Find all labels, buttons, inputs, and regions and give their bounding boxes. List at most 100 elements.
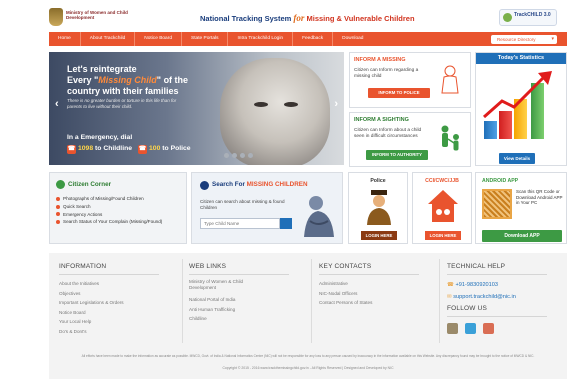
- tech-phone[interactable]: ☎ +91-9830920103: [447, 279, 547, 291]
- site-header: Ministry of Women and Child Development …: [0, 0, 580, 32]
- footer-link[interactable]: About the Initiatives: [59, 279, 159, 289]
- hero-paragraph: There is no greater burden or torture in…: [67, 98, 177, 109]
- bullet-icon: [56, 212, 60, 217]
- social-icons: [447, 321, 547, 339]
- stats-bar-blue: [484, 121, 497, 139]
- footer-link[interactable]: Notice Board: [59, 308, 159, 318]
- search-title-em: MISSING CHILDREN: [246, 181, 308, 188]
- child-name-input[interactable]: [200, 218, 280, 229]
- nav-home[interactable]: Home: [49, 32, 81, 46]
- footer-link[interactable]: Anti Human Trafficking: [189, 305, 289, 315]
- nav-notice-board[interactable]: Notice Board: [135, 32, 182, 46]
- footer-disclaimer: All efforts have been made to make the i…: [81, 354, 535, 358]
- trackchild-logo[interactable]: TrackCHILD 3.0: [499, 9, 557, 26]
- ministry-name: Ministry of Women and Child Development: [66, 10, 128, 20]
- police-login-button[interactable]: LOGIN HERE: [361, 231, 397, 240]
- footer-link[interactable]: National Portal of India: [189, 295, 289, 305]
- hero-line-2-post: " of the: [156, 75, 189, 85]
- tech-email[interactable]: ✉ support.trackchild@nic.in: [447, 291, 547, 303]
- site-footer: INFORMATION About the Initiatives Object…: [49, 253, 567, 379]
- police-number: ☎ 100 to Police: [138, 145, 191, 154]
- citizen-corner-list: Photographs of Missing/Found Children Qu…: [56, 195, 184, 226]
- download-app-button[interactable]: Download APP: [482, 230, 562, 242]
- inform-police-button[interactable]: INFORM TO POLICE: [368, 88, 430, 98]
- nav-about[interactable]: About Trackchild: [81, 32, 136, 46]
- view-details-button[interactable]: View Details: [499, 153, 535, 164]
- nav-feedback[interactable]: Feedback: [293, 32, 334, 46]
- carousel-dot[interactable]: [248, 153, 253, 158]
- footer-tech-title: TECHNICAL HELP: [447, 263, 547, 275]
- emergency-label: In a Emergency, dial: [67, 134, 133, 141]
- list-item[interactable]: Search Status of Your Complain (Missing/…: [56, 218, 184, 226]
- statistics-title: Today's Statistics: [476, 53, 566, 64]
- nav-intra-login[interactable]: Intra Trackchild Login: [228, 32, 294, 46]
- carousel-next-icon[interactable]: ›: [334, 98, 338, 110]
- childline-num: 1098: [78, 145, 94, 152]
- footer-technical-help: TECHNICAL HELP ☎ +91-9830920103 ✉ suppor…: [447, 263, 547, 339]
- email-icon: ✉: [447, 294, 452, 300]
- footer-link[interactable]: Ministry of Women & Child Development: [189, 279, 269, 291]
- carousel-dot[interactable]: [240, 153, 245, 158]
- todays-statistics-card: Today's Statistics View Details: [475, 52, 567, 166]
- child-sketch-icon: [441, 65, 459, 94]
- google-plus-icon[interactable]: [483, 323, 494, 334]
- police-num: 100: [149, 145, 161, 152]
- footer-web-links: WEB LINKS Ministry of Women & Child Deve…: [189, 263, 289, 324]
- citizen-link-quick-search: Quick Search: [63, 203, 91, 209]
- search-title-pre: Search For: [212, 181, 245, 188]
- national-emblem-icon: [49, 8, 63, 26]
- footer-link[interactable]: Administrative: [319, 279, 419, 289]
- growth-arrow-icon: [483, 71, 552, 119]
- cci-cwc-jjb-card: CCI/CWC/JJB LOGIN HERE: [412, 172, 472, 244]
- footer-link[interactable]: Objectives: [59, 289, 159, 299]
- footer-link[interactable]: Your Local Help: [59, 317, 159, 327]
- footer-divider: [439, 259, 440, 343]
- tech-phone-number: +91-9830920103: [455, 282, 498, 288]
- footer-copyright: Copyright © 2015 - 2016 www.trackthemiss…: [222, 366, 394, 370]
- search-button[interactable]: [280, 218, 292, 229]
- bullet-icon: [56, 196, 60, 201]
- carousel-dot[interactable]: [224, 153, 229, 158]
- list-item[interactable]: Quick Search: [56, 203, 184, 211]
- footer-divider: [182, 259, 183, 343]
- inform-missing-title: INFORM A MISSING: [354, 57, 406, 63]
- hero-banner: Let's reintegrate Every "Missing Child" …: [49, 52, 344, 165]
- nav-state-portals[interactable]: State Portals: [182, 32, 229, 46]
- citizen-corner-card: Citizen Corner Photographs of Missing/Fo…: [49, 172, 187, 244]
- resource-directory-select[interactable]: Resource Directory: [491, 35, 557, 44]
- footer-link[interactable]: NIC-Nodal Officers: [319, 289, 419, 299]
- list-item[interactable]: Photographs of Missing/Found Children: [56, 195, 184, 203]
- police-title: Police: [370, 178, 386, 184]
- nav-download[interactable]: Download: [333, 32, 372, 46]
- twitter-icon[interactable]: [465, 323, 476, 334]
- search-icon: [200, 181, 209, 190]
- carousel-prev-icon[interactable]: ‹: [55, 98, 59, 110]
- cci-login-button[interactable]: LOGIN HERE: [425, 231, 461, 240]
- footer-link[interactable]: Important Legislations & Orders: [59, 298, 159, 308]
- footer-link[interactable]: Contact Persons of States: [319, 298, 419, 308]
- emergency-numbers: ☎ 1098 to Childline ☎ 100 to Police: [67, 145, 191, 154]
- footer-link[interactable]: Childline: [189, 314, 289, 324]
- inform-sighting-text: Citizen can Inform about a child seen in…: [354, 128, 422, 139]
- facebook-icon[interactable]: [447, 323, 458, 334]
- footer-link[interactable]: Do's & Dont's: [59, 327, 159, 337]
- citizen-link-photos: Photographs of Missing/Found Children: [63, 196, 144, 201]
- logo-text: TrackCHILD 3.0: [514, 12, 551, 18]
- hero-line-2-pre: Every ": [67, 75, 99, 85]
- footer-web-title: WEB LINKS: [189, 263, 289, 275]
- carousel-dot[interactable]: [232, 153, 237, 158]
- inform-missing-text: Citizen can Inform regarding a missing c…: [354, 68, 419, 79]
- citizen-link-status: Search Status of Your Complain (Missing/…: [63, 219, 163, 225]
- search-title: Search For MISSING CHILDREN: [212, 181, 308, 188]
- police-card: Police LOGIN HERE: [348, 172, 408, 244]
- child-face-image: [220, 58, 330, 165]
- android-title: ANDROID APP: [482, 178, 519, 184]
- inform-missing-card: INFORM A MISSING Citizen can Inform rega…: [349, 52, 471, 108]
- site-title-main: National Tracking System: [200, 14, 292, 23]
- phone-icon: ☎: [67, 145, 76, 154]
- citizen-corner-title: Citizen Corner: [68, 181, 112, 188]
- list-item[interactable]: Emergency Actions: [56, 211, 184, 219]
- bullet-icon: [56, 220, 60, 225]
- inform-authority-button[interactable]: INFORM TO AUTHORITY: [366, 150, 428, 160]
- inform-sighting-card: INFORM A SIGHTING Citizen can Inform abo…: [349, 112, 471, 167]
